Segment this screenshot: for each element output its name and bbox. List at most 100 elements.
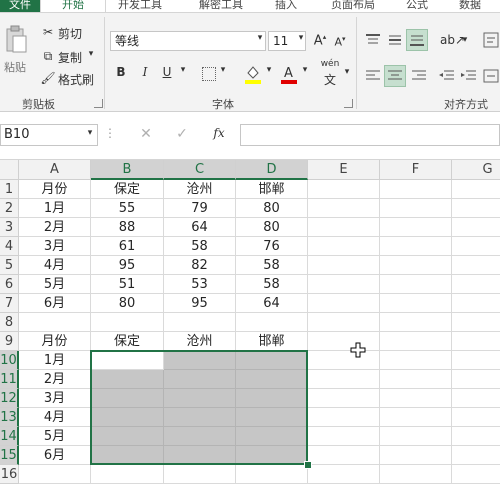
row-header-4[interactable]: 4 [0,237,19,256]
cell-b5[interactable]: 95 [91,256,164,275]
cancel-icon[interactable]: ✕ [138,126,154,142]
align-center-icon[interactable] [384,65,406,87]
cell-c15[interactable] [164,446,236,465]
increase-font-icon[interactable]: A▴ [312,33,328,48]
cell-c14[interactable] [164,427,236,446]
cell-g1[interactable] [452,180,500,199]
tab-decrypt[interactable]: 解密工具 [182,0,260,12]
tab-home[interactable]: 开始 [40,0,106,12]
cell-e9[interactable] [308,332,380,351]
cell-c8[interactable] [164,313,236,332]
enter-icon[interactable]: ✓ [174,126,190,142]
cell-b8[interactable] [91,313,164,332]
row-header-12[interactable]: 12 [0,389,19,408]
cell-c16[interactable] [164,465,236,484]
wrap-text-icon[interactable] [482,31,500,49]
cell-g4[interactable] [452,237,500,256]
row-header-9[interactable]: 9 [0,332,19,351]
cell-d4[interactable]: 76 [236,237,308,256]
cell-a12[interactable]: 3月 [19,389,91,408]
row-header-11[interactable]: 11 [0,370,19,389]
cell-b16[interactable] [91,465,164,484]
align-bottom-icon[interactable] [406,29,428,51]
tab-formulas[interactable]: 公式 [392,0,442,12]
cell-e10[interactable] [308,351,380,370]
font-color-dropdown-icon[interactable]: ▾ [300,65,310,75]
column-header-e[interactable]: E [308,160,380,180]
cell-b3[interactable]: 88 [91,218,164,237]
cell-c1[interactable]: 沧州 [164,180,236,199]
cell-d16[interactable] [236,465,308,484]
font-launcher-icon[interactable] [344,99,353,108]
cell-b14[interactable] [91,427,164,446]
cell-c3[interactable]: 64 [164,218,236,237]
cell-b12[interactable] [91,389,164,408]
cell-g8[interactable] [452,313,500,332]
cell-e4[interactable] [308,237,380,256]
decrease-indent-icon[interactable] [438,69,456,83]
cell-e13[interactable] [308,408,380,427]
cell-f6[interactable] [380,275,452,294]
align-middle-icon[interactable] [386,33,404,47]
paste-button[interactable]: 粘贴 [4,59,26,75]
underline-button[interactable]: U [160,65,174,79]
cell-e7[interactable] [308,294,380,313]
decrease-font-icon[interactable]: A▾ [332,35,348,49]
row-header-7[interactable]: 7 [0,294,19,313]
cell-b9[interactable]: 保定 [91,332,164,351]
cell-g13[interactable] [452,408,500,427]
cell-g2[interactable] [452,199,500,218]
cell-g12[interactable] [452,389,500,408]
cell-g14[interactable] [452,427,500,446]
increase-indent-icon[interactable] [460,69,478,83]
column-header-d[interactable]: D [236,160,308,180]
row-header-8[interactable]: 8 [0,313,19,332]
clipboard-launcher-icon[interactable] [94,99,103,108]
cell-c10[interactable] [164,351,236,370]
cell-e14[interactable] [308,427,380,446]
fill-color-dropdown-icon[interactable]: ▾ [264,65,274,75]
select-all-corner[interactable] [0,160,19,180]
row-header-10[interactable]: 10 [0,351,19,370]
align-right-icon[interactable] [410,69,428,83]
row-header-16[interactable]: 16 [0,465,19,484]
tab-insert[interactable]: 插入 [260,0,312,12]
cell-f14[interactable] [380,427,452,446]
cell-f7[interactable] [380,294,452,313]
borders-dropdown-icon[interactable]: ▾ [218,65,228,75]
tab-developer[interactable]: 开发工具 [106,0,174,12]
cell-g10[interactable] [452,351,500,370]
cell-f10[interactable] [380,351,452,370]
cell-c12[interactable] [164,389,236,408]
row-header-14[interactable]: 14 [0,427,19,446]
cell-a16[interactable] [19,465,91,484]
cell-c6[interactable]: 53 [164,275,236,294]
cell-e2[interactable] [308,199,380,218]
cell-d12[interactable] [236,389,308,408]
cell-a3[interactable]: 2月 [19,218,91,237]
paste-icon[interactable] [4,25,28,55]
cell-f1[interactable] [380,180,452,199]
cell-c13[interactable] [164,408,236,427]
bold-button[interactable]: B [114,65,128,79]
row-header-3[interactable]: 3 [0,218,19,237]
row-header-2[interactable]: 2 [0,199,19,218]
cell-a2[interactable]: 1月 [19,199,91,218]
cell-e15[interactable] [308,446,380,465]
cell-f15[interactable] [380,446,452,465]
merge-center-icon[interactable] [482,67,500,85]
cell-d5[interactable]: 58 [236,256,308,275]
phonetic-dropdown-icon[interactable]: ▾ [342,67,352,77]
column-header-a[interactable]: A [19,160,91,180]
cell-e11[interactable] [308,370,380,389]
cell-g6[interactable] [452,275,500,294]
font-name-dropdown-icon[interactable]: ▾ [255,33,265,43]
cell-g3[interactable] [452,218,500,237]
fill-handle[interactable] [304,461,312,469]
column-header-c[interactable]: C [164,160,236,180]
formula-input[interactable] [240,124,500,146]
cell-b6[interactable]: 51 [91,275,164,294]
copy-button[interactable]: 复制 [58,49,82,66]
borders-icon[interactable] [202,67,216,81]
cell-d13[interactable] [236,408,308,427]
